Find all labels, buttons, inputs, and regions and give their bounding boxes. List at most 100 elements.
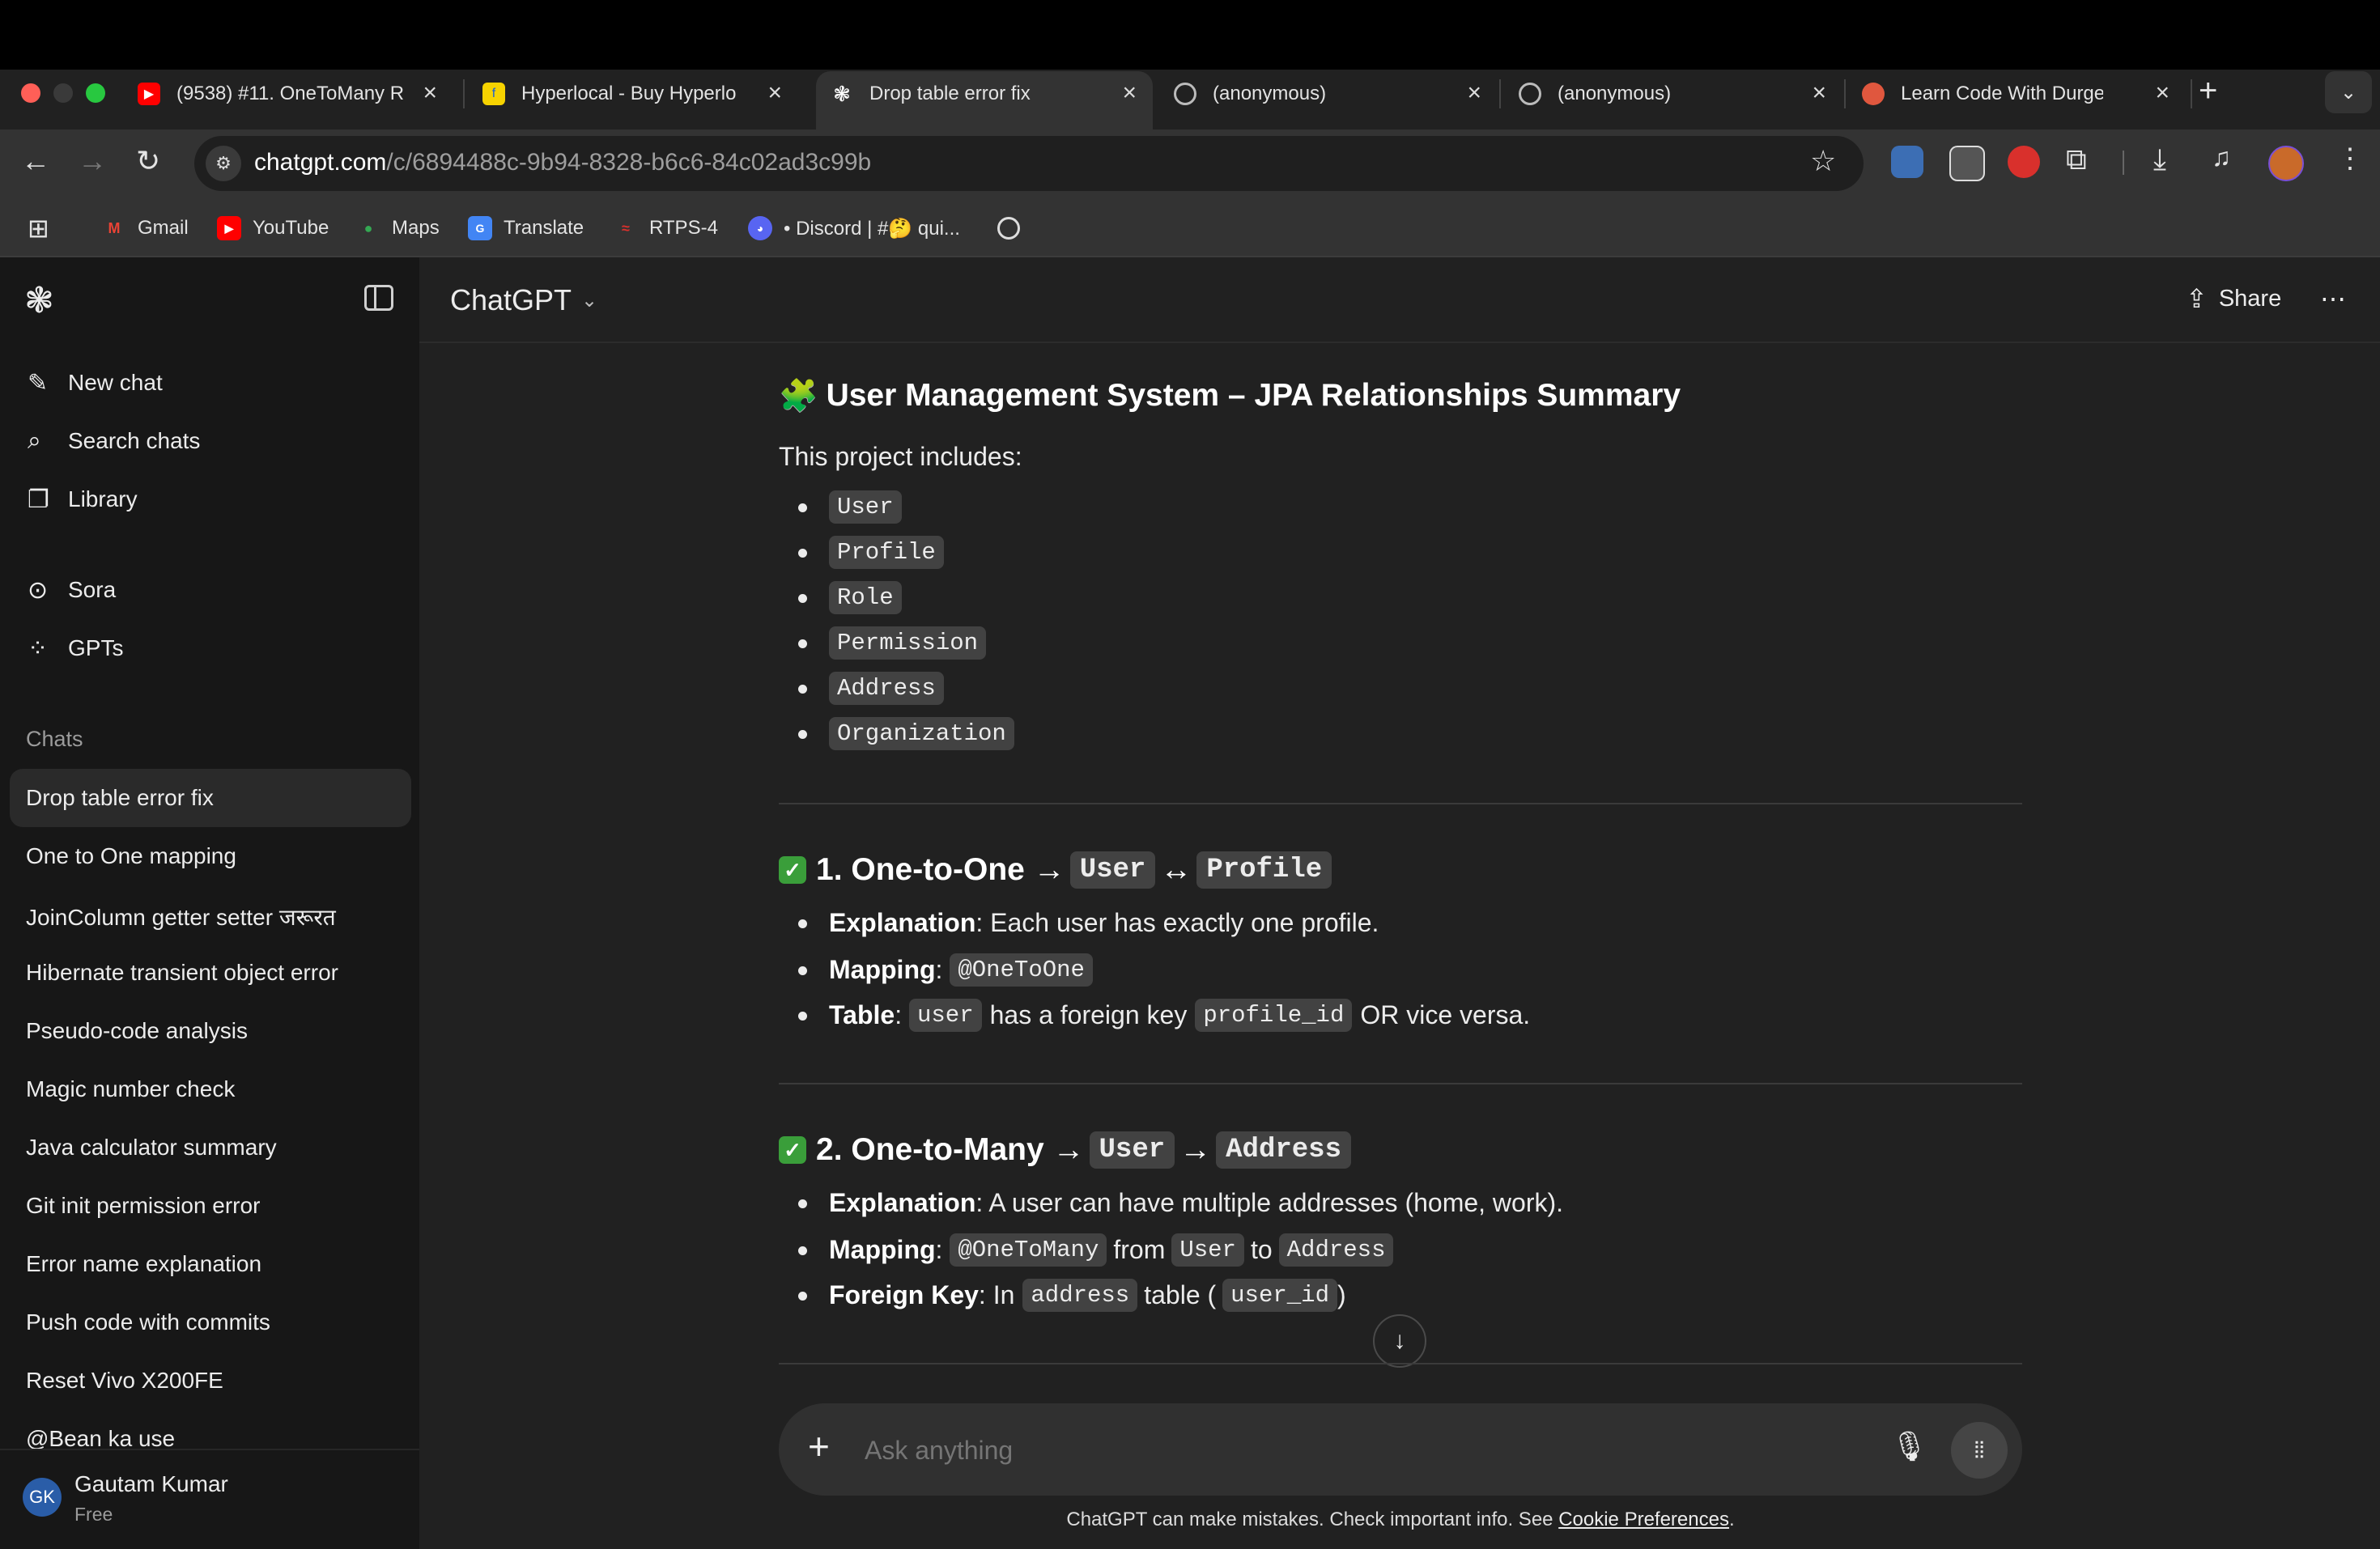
list-item: Permission [797, 626, 987, 660]
tab-anonymous-1[interactable]: (anonymous) × [1174, 71, 1498, 117]
chat-item[interactable]: JoinColumn getter setter जरूरत [26, 902, 336, 932]
search-chats-button[interactable]: ⌕ Search chats [28, 421, 200, 461]
openai-logo-icon[interactable]: ❃ [24, 280, 54, 321]
chat-item[interactable]: One to One mapping [26, 843, 236, 869]
tab-divider [1844, 79, 1846, 108]
bookmark-youtube[interactable]: ▶ YouTube [217, 212, 329, 244]
disclaimer: ChatGPT can make mistakes. Check importa… [1066, 1509, 1735, 1530]
back-arrow-icon[interactable]: ← [21, 144, 50, 178]
library-button[interactable]: ❐ Library [28, 479, 138, 520]
list-item: Mapping: @OneToOne [798, 953, 1093, 987]
translate-icon: G [468, 216, 492, 240]
close-icon[interactable]: × [2155, 79, 2170, 107]
new-tab-plus-icon[interactable]: + [2199, 73, 2217, 109]
share-button[interactable]: ⇪ Share [2186, 283, 2281, 314]
pencil-icon: ✎ [28, 369, 49, 397]
chat-item[interactable]: Drop table error fix [26, 785, 214, 811]
media-control-icon[interactable]: ♫ [2212, 142, 2231, 172]
check-icon: ✓ [779, 1136, 806, 1164]
prompt-input[interactable] [863, 1423, 1838, 1478]
section-title: 🧩 User Management System – JPA Relationsh… [779, 378, 1681, 414]
bookmark-star-icon[interactable]: ☆ [1810, 144, 1836, 178]
microphone-icon[interactable]: 🎙 [1891, 1429, 1928, 1463]
section-heading-one-to-one: ✓ 1. One-to-One → User ↔ Profile [779, 851, 1337, 889]
cast-extension-icon[interactable] [1949, 146, 1985, 181]
list-item: Mapping: @OneToMany from User to Address [797, 1233, 1394, 1267]
sora-button[interactable]: ⊙ Sora [28, 570, 116, 610]
cookie-preferences-link[interactable]: Cookie Preferences [1558, 1509, 1729, 1530]
close-window-button[interactable] [21, 83, 40, 103]
tab-divider [463, 79, 465, 108]
globe-icon [997, 217, 1020, 240]
gpts-button[interactable]: ⁘ GPTs [28, 628, 123, 668]
bookmark-rtps[interactable]: ≈ RTPS-4 [614, 212, 718, 244]
library-icon: ❐ [28, 486, 49, 513]
list-item: Explanation: A user can have multiple ad… [797, 1188, 1564, 1217]
maximize-window-button[interactable] [86, 83, 105, 103]
scroll-down-arrow-icon[interactable]: ↓ [1373, 1314, 1426, 1368]
divider [779, 1363, 2022, 1364]
tab-anonymous-2[interactable]: (anonymous) × [1519, 71, 1842, 117]
chatgpt-icon: ❃ [833, 81, 851, 106]
new-chat-button[interactable]: ✎ New chat [28, 363, 163, 403]
bookmark-translate[interactable]: G Translate [468, 212, 584, 244]
lcwd-icon [1862, 83, 1885, 105]
chat-item[interactable]: Java calculator summary [26, 1135, 277, 1161]
rtps-icon: ≈ [622, 219, 630, 236]
share-icon: ⇪ [2186, 284, 2208, 313]
bookmark-discord[interactable]: ◕ • Discord | #🤔 qui... [748, 212, 960, 244]
bookmark-gmail[interactable]: M Gmail [102, 212, 189, 244]
chat-item[interactable]: Git init permission error [26, 1193, 260, 1219]
globe-icon [1174, 83, 1196, 105]
puzzle-emoji-icon: 🧩 [779, 379, 818, 414]
maps-pin-icon: ● [363, 219, 373, 236]
youtube-icon: ▶ [138, 83, 160, 105]
list-item: Explanation: Each user has exactly one p… [797, 908, 1379, 937]
close-icon[interactable]: × [1122, 79, 1137, 107]
tab-hyperlocal[interactable]: f Hyperlocal - Buy Hyperlo × [482, 71, 798, 117]
tab-drop-table-error-fix[interactable]: ❃ Drop table error fix × [831, 71, 1153, 117]
browser-menu-icon[interactable]: ⋮ [2336, 142, 2364, 175]
minimize-window-button[interactable] [53, 83, 73, 103]
extension-icon[interactable] [1891, 146, 1923, 178]
close-icon[interactable]: × [767, 79, 782, 107]
adblock-icon[interactable] [2008, 146, 2040, 178]
puzzle-extensions-icon[interactable]: ⧉ [2066, 142, 2087, 177]
chat-item[interactable]: Push code with commits [26, 1309, 270, 1335]
close-icon[interactable]: × [423, 79, 437, 107]
list-item: Organization [798, 717, 1014, 750]
tab-learn-code-with-durgesh[interactable]: Learn Code With Durgesh × [1862, 71, 2186, 117]
profile-avatar-icon[interactable] [2268, 146, 2304, 181]
close-icon[interactable]: × [1467, 79, 1481, 107]
search-icon: ⌕ [28, 427, 41, 454]
reload-icon[interactable]: ↻ [136, 144, 160, 178]
tab-youtube[interactable]: ▶ (9538) #11. OneToMany R × [138, 71, 453, 117]
play-icon: ⊙ [28, 576, 49, 604]
add-attachment-plus-icon[interactable]: + [808, 1424, 830, 1468]
chat-item[interactable]: Hibernate transient object error [26, 960, 338, 986]
forward-arrow-icon[interactable]: → [78, 144, 107, 178]
voice-mode-icon[interactable]: ⦙⦙ [1951, 1422, 2008, 1479]
chat-item[interactable]: Error name explanation [26, 1251, 261, 1277]
apps-grid-icon[interactable]: ⊞ [28, 212, 49, 244]
chat-item[interactable]: Pseudo-code analysis [26, 1018, 248, 1044]
chat-item[interactable]: Magic number check [26, 1076, 235, 1102]
discord-icon: ◕ [748, 216, 772, 240]
bookmark-globe[interactable] [997, 212, 1031, 244]
list-item: Foreign Key: In address table (user_id) [798, 1279, 1346, 1312]
close-icon[interactable]: × [1812, 79, 1826, 107]
download-icon[interactable]: ⤓ [2153, 142, 2166, 177]
model-selector[interactable]: ChatGPT ⌄ [450, 283, 597, 317]
tab-search-chevron-icon[interactable]: ⌄ [2325, 71, 2372, 113]
user-account-button[interactable] [0, 1449, 419, 1549]
chat-item[interactable]: Reset Vivo X200FE [26, 1368, 223, 1394]
list-item: Profile [798, 536, 944, 569]
url-text[interactable]: chatgpt.com/c/6894488c-9b94-8328-b6c6-84… [254, 149, 871, 176]
list-item: Address [798, 672, 944, 705]
list-item: User [798, 490, 902, 524]
bookmark-maps[interactable]: ● Maps [356, 212, 440, 244]
more-options-icon[interactable]: ⋯ [2320, 283, 2346, 314]
site-settings-icon[interactable]: ⚙ [206, 146, 241, 181]
close-sidebar-icon[interactable] [364, 285, 393, 311]
gmail-icon: M [108, 219, 121, 236]
